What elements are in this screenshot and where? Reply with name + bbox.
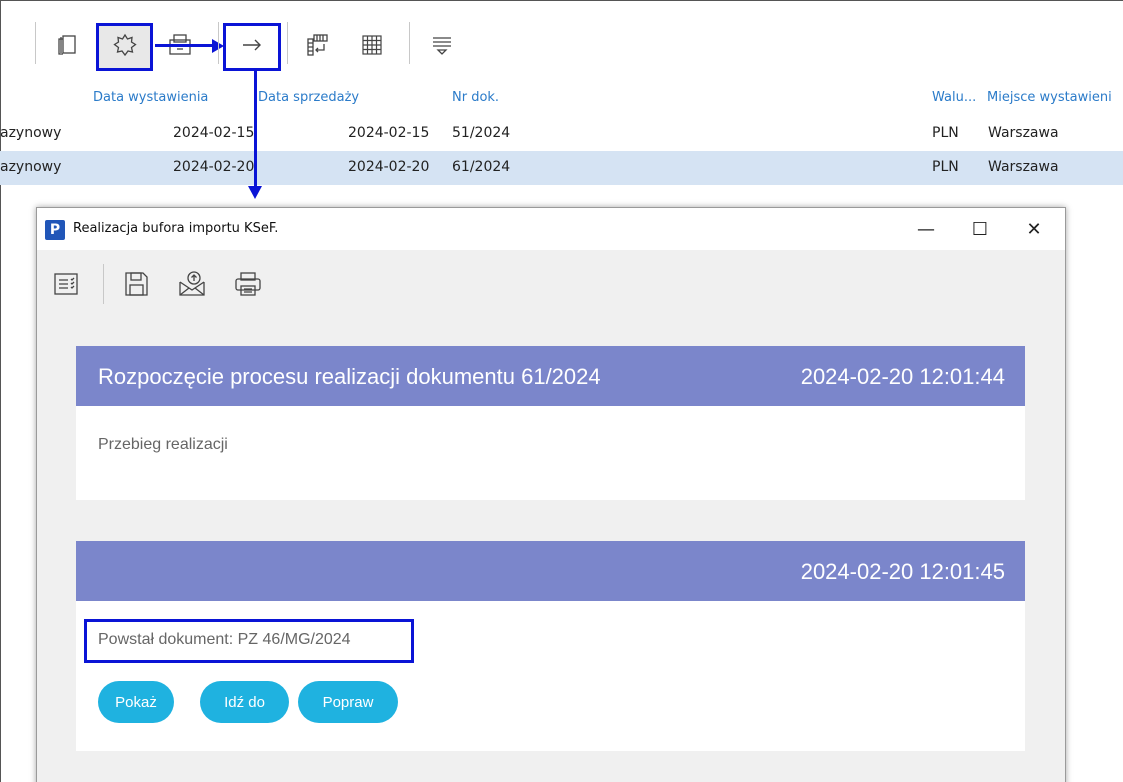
connector-arrow-vertical — [254, 71, 257, 189]
row-sale-date: 2024-02-15 — [348, 125, 430, 141]
arrow-right-icon[interactable] — [227, 22, 277, 68]
save-icon[interactable] — [119, 267, 153, 301]
app-logo-icon: P — [45, 220, 65, 240]
toolbar-separator — [409, 22, 410, 64]
log-entry-text: Przebieg realizacji — [98, 436, 228, 453]
grid-icon[interactable] — [347, 22, 397, 68]
row-currency: PLN — [932, 125, 959, 141]
column-header-currency[interactable]: Walu... — [932, 90, 976, 105]
log-entry-header: 2024-02-20 12:01:45 — [76, 541, 1025, 601]
log-entry-start: Rozpoczęcie procesu realizacji dokumentu… — [76, 346, 1025, 500]
column-layout-icon[interactable] — [292, 22, 342, 68]
maximize-button[interactable]: ☐ — [965, 216, 995, 242]
row-place: Warszawa — [988, 125, 1059, 141]
minimize-button[interactable]: — — [911, 216, 941, 242]
row-issue-date: 2024-02-20 — [173, 159, 255, 175]
column-header-place[interactable]: Miejsce wystawieni — [987, 90, 1112, 105]
log-entry-time: 2024-02-20 12:01:44 — [800, 364, 1005, 389]
toolbar-separator — [218, 22, 219, 64]
dialog-body: Rozpoczęcie procesu realizacji dokumentu… — [37, 318, 1065, 782]
close-button[interactable]: ✕ — [1019, 216, 1049, 242]
table-row[interactable]: azynowy 2024-02-15 2024-02-15 51/2024 PL… — [0, 117, 1123, 151]
toolbar-separator — [287, 22, 288, 64]
connector-arrowhead-down — [248, 186, 262, 199]
log-entry-content: Powstał dokument: PZ 46/MG/2024 Pokaż Id… — [76, 601, 1025, 751]
log-entry-title: Rozpoczęcie procesu realizacji dokumentu… — [98, 364, 601, 389]
row-type: azynowy — [0, 125, 62, 141]
row-doc-no: 51/2024 — [452, 125, 511, 141]
import-buffer-dialog: P Realizacja bufora importu KSeF. — ☐ ✕ … — [36, 207, 1066, 782]
gear-icon[interactable] — [100, 22, 150, 68]
dialog-toolbar — [37, 250, 1065, 318]
column-header-issue-date[interactable]: Data wystawienia — [93, 90, 208, 105]
column-header-sale-date[interactable]: Data sprzedaży — [258, 90, 359, 105]
column-header-doc-no[interactable]: Nr dok. — [452, 90, 499, 105]
table-row-selected[interactable]: azynowy 2024-02-20 2024-02-20 61/2024 PL… — [0, 151, 1123, 185]
toolbar-separator — [35, 22, 36, 64]
main-toolbar — [0, 0, 1123, 84]
toolbar-separator — [103, 264, 104, 304]
row-doc-no: 61/2024 — [452, 159, 511, 175]
copy-icon[interactable] — [42, 22, 92, 68]
created-document-text: Powstał dokument: PZ 46/MG/2024 — [98, 631, 351, 648]
dialog-title: Realizacja bufora importu KSeF. — [73, 221, 279, 236]
filter-lines-icon[interactable] — [417, 22, 467, 68]
goto-button[interactable]: Idź do — [200, 681, 289, 723]
fix-button[interactable]: Popraw — [298, 681, 398, 723]
send-mail-icon[interactable] — [175, 267, 209, 301]
log-entry-header: Rozpoczęcie procesu realizacji dokumentu… — [76, 346, 1025, 406]
checklist-icon[interactable] — [49, 267, 83, 301]
row-type: azynowy — [0, 159, 62, 175]
print-icon[interactable] — [231, 267, 265, 301]
connector-arrow-horizontal — [155, 44, 215, 47]
show-button[interactable]: Pokaż — [98, 681, 174, 723]
row-issue-date: 2024-02-15 — [173, 125, 255, 141]
dialog-titlebar[interactable]: P Realizacja bufora importu KSeF. — ☐ ✕ — [37, 208, 1065, 250]
row-sale-date: 2024-02-20 — [348, 159, 430, 175]
row-place: Warszawa — [988, 159, 1059, 175]
log-entry-time: 2024-02-20 12:01:45 — [800, 559, 1005, 584]
row-currency: PLN — [932, 159, 959, 175]
log-entry-result: 2024-02-20 12:01:45 Powstał dokument: PZ… — [76, 541, 1025, 751]
